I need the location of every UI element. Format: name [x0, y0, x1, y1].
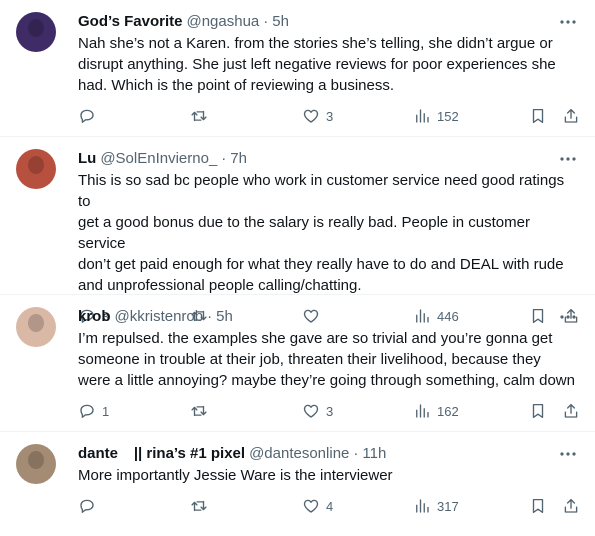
reply-count: 1: [102, 403, 110, 419]
bookmark-icon: [532, 108, 544, 124]
tweet[interactable]: Lu @SolEnInvierno_ · 7h This is so sad b…: [0, 137, 595, 324]
user-handle[interactable]: @kkristenrob: [115, 307, 204, 327]
views-button[interactable]: 152: [413, 106, 459, 126]
share-icon: [564, 108, 578, 123]
retweet-icon: [191, 405, 207, 417]
timestamp[interactable]: 5h: [272, 12, 289, 32]
reply-button[interactable]: [78, 106, 102, 126]
user-handle[interactable]: @dantesonline: [249, 444, 349, 464]
like-button[interactable]: 3: [302, 401, 333, 421]
share-button[interactable]: [562, 401, 580, 421]
separator-dot: ·: [221, 150, 227, 167]
view-count: 162: [437, 403, 459, 419]
tweet-header: dante || rina’s #1 pixel @dantesonline ·…: [78, 444, 579, 464]
like-button[interactable]: 4: [302, 496, 333, 516]
bookmark-button[interactable]: [529, 496, 547, 516]
retweet-icon: [191, 110, 207, 122]
share-icon: [564, 498, 578, 513]
views-icon: [416, 404, 429, 418]
tweet[interactable]: krob @kkristenrob · 5h I’m repulsed. the…: [0, 295, 595, 432]
user-handle[interactable]: @SolEnInvierno_: [100, 149, 217, 169]
bookmark-icon: [532, 498, 544, 514]
separator-dot: ·: [353, 445, 359, 462]
tweet-text: More importantly Jessie Ware is the inte…: [78, 467, 393, 484]
tweet-text: Nah she’s not a Karen. from the stories …: [78, 35, 556, 94]
reply-icon: [80, 499, 94, 513]
reply-feed: God’s Favorite @ngashua · 5h Nah she’s n…: [0, 0, 595, 536]
avatar[interactable]: [16, 444, 56, 484]
heart-icon: [303, 109, 319, 123]
share-button[interactable]: [562, 496, 580, 516]
like-count: 3: [326, 108, 334, 124]
action-bar: 1 3 162: [78, 391, 579, 431]
bookmark-icon: [532, 403, 544, 419]
display-name[interactable]: krob: [78, 307, 111, 327]
views-icon: [416, 109, 429, 123]
user-handle[interactable]: @ngashua: [186, 12, 259, 32]
reply-icon: [80, 404, 94, 418]
display-name[interactable]: Lu: [78, 149, 96, 169]
timestamp[interactable]: 11h: [362, 444, 386, 464]
more-icon[interactable]: [557, 444, 579, 464]
timestamp[interactable]: 5h: [216, 307, 233, 327]
tweet[interactable]: God’s Favorite @ngashua · 5h Nah she’s n…: [0, 0, 595, 137]
action-bar: 3 152: [78, 96, 579, 136]
like-button[interactable]: 3: [302, 106, 333, 126]
avatar[interactable]: [16, 12, 56, 52]
reply-button[interactable]: [78, 496, 102, 516]
tweet-header: Lu @SolEnInvierno_ · 7h: [78, 149, 579, 169]
like-count: 4: [326, 498, 334, 514]
views-icon: [416, 499, 429, 513]
more-icon[interactable]: [557, 307, 579, 327]
view-count: 317: [437, 498, 459, 514]
share-button[interactable]: [562, 106, 580, 126]
like-count: 3: [326, 403, 334, 419]
reply-icon: [80, 109, 94, 123]
views-button[interactable]: 162: [413, 401, 459, 421]
separator-dot: ·: [263, 13, 269, 30]
separator-dot: ·: [207, 308, 213, 325]
more-icon[interactable]: [557, 12, 579, 32]
retweet-icon: [191, 500, 207, 512]
bookmark-button[interactable]: [529, 401, 547, 421]
retweet-button[interactable]: [190, 106, 214, 126]
retweet-button[interactable]: [190, 496, 214, 516]
tweet-text: I’m repulsed. the examples she gave are …: [78, 330, 575, 389]
bookmark-button[interactable]: [529, 106, 547, 126]
avatar[interactable]: [16, 149, 56, 189]
display-name[interactable]: dante || rina’s #1 pixel: [78, 444, 245, 464]
timestamp[interactable]: 7h: [230, 149, 247, 169]
action-bar: 4 317: [78, 486, 579, 526]
views-button[interactable]: 317: [413, 496, 459, 516]
heart-icon: [303, 404, 319, 418]
tweet-header: krob @kkristenrob · 5h: [78, 307, 579, 327]
tweet-header: God’s Favorite @ngashua · 5h: [78, 12, 579, 32]
tweet-text: This is so sad bc people who work in cus…: [78, 172, 565, 294]
heart-icon: [303, 499, 319, 513]
view-count: 152: [437, 108, 459, 124]
tweet[interactable]: dante || rina’s #1 pixel @dantesonline ·…: [0, 432, 595, 536]
display-name[interactable]: God’s Favorite: [78, 12, 182, 32]
share-icon: [564, 403, 578, 418]
reply-button[interactable]: 1: [78, 401, 109, 421]
avatar[interactable]: [16, 307, 56, 347]
more-icon[interactable]: [557, 149, 579, 169]
retweet-button[interactable]: [190, 401, 214, 421]
